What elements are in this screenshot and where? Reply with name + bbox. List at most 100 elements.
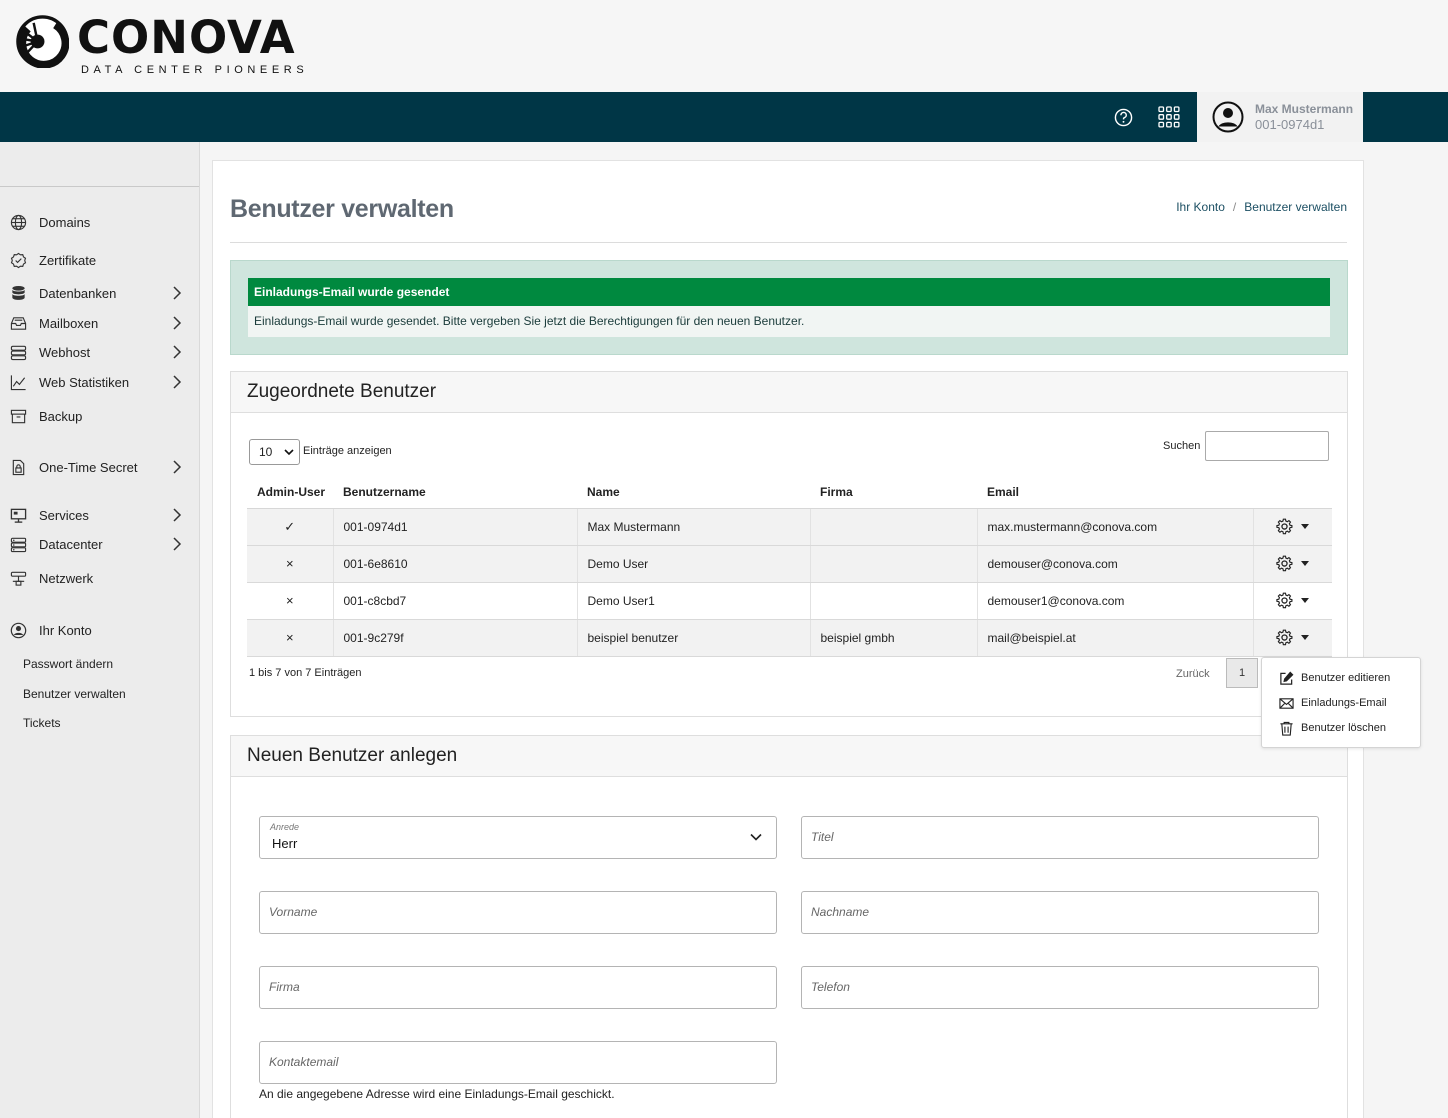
salutation-select[interactable]: Anrede Herr [259,816,777,859]
sidebar-item-label: Datenbanken [39,285,117,301]
menu-item-label: Einladungs-Email [1301,697,1387,709]
network-icon [10,571,27,586]
trash-icon [1280,721,1293,736]
app-grid-icon[interactable] [1158,106,1180,128]
table-row: ✓ 001-0974d1 Max Mustermann max.musterma… [247,508,1333,546]
user-icon [10,622,27,638]
user-menu[interactable]: Max Mustermann 001-0974d1 [1197,92,1363,142]
chevron-right-icon [173,286,182,300]
cell-company [810,582,978,620]
sidebar-subitem-benutzer-verwalten[interactable]: Benutzer verwalten [23,687,126,701]
sidebar-divider [0,186,199,187]
row-actions-button[interactable] [1264,555,1333,572]
conova-logo[interactable]: CONOVA DATA CENTER PIONEERS [16,15,308,76]
sidebar-item-one-time-secret[interactable]: One-Time Secret [10,455,190,479]
table-row: × 001-9c279f beispiel benutzer beispiel … [247,619,1333,657]
assigned-users-card: Zugeordnete Benutzer 10 Einträge anzeige… [230,371,1348,717]
column-header-username[interactable]: Benutzername [333,476,577,509]
lastname-placeholder: Nachname [811,905,870,919]
sidebar-item-label: Mailboxen [39,315,99,331]
entries-per-page-label: Einträge anzeigen [303,445,392,457]
breadcrumb: Ihr Konto / Benutzer verwalten [1176,200,1347,214]
sidebar-item-services[interactable]: Services [10,503,190,527]
cell-username: 001-6e8610 [333,545,578,583]
column-header-name[interactable]: Name [577,476,810,509]
column-header-email[interactable]: Email [977,476,1253,509]
search-input[interactable] [1205,431,1329,461]
sidebar-item-label: Web Statistiken [39,374,130,390]
sidebar-item-datacenter[interactable]: Datacenter [10,532,190,556]
card-title: Zugeordnete Benutzer [231,372,1347,413]
chevron-right-icon [173,508,182,522]
cell-name: Max Mustermann [577,508,811,546]
phone-field[interactable]: Telefon [801,966,1319,1009]
chevron-down-icon [284,449,294,456]
menu-item-delete-user[interactable]: Benutzer löschen [1279,719,1386,737]
sidebar-item-netzwerk[interactable]: Netzwerk [10,566,190,590]
sidebar-item-domains[interactable]: Domains [10,210,190,234]
lastname-field[interactable]: Nachname [801,891,1319,934]
sidebar-item-label: Ihr Konto [39,622,92,638]
cell-username: 001-c8cbd7 [333,582,578,620]
cell-username: 001-0974d1 [333,508,578,546]
company-field[interactable]: Firma [259,966,777,1009]
pagination-page[interactable]: 1 [1226,658,1258,688]
cell-company [810,508,978,546]
column-header-company[interactable]: Firma [810,476,977,509]
cell-email: demouser1@conova.com [977,582,1254,620]
firstname-field[interactable]: Vorname [259,891,777,934]
contact-email-field[interactable]: Kontaktemail [259,1041,777,1084]
sidebar-item-backup[interactable]: Backup [10,404,190,428]
entries-per-page-select[interactable]: 10 [249,439,300,465]
sidebar-item-mailboxen[interactable]: Mailboxen [10,311,190,335]
sidebar-item-label: Backup [39,408,83,424]
title-divider [230,242,1347,243]
column-header-admin[interactable]: Admin-User [247,476,333,509]
breadcrumb-current: Benutzer verwalten [1244,200,1347,214]
rack-icon [10,537,27,552]
sidebar-subitem-passwort[interactable]: Passwort ändern [23,657,113,671]
caret-down-icon [1300,524,1309,529]
inbox-icon [10,316,27,330]
cell-email: mail@beispiel.at [977,619,1254,657]
menu-item-invite-email[interactable]: Einladungs-Email [1279,694,1387,712]
server-icon [10,345,27,360]
certificate-icon [10,252,27,268]
row-actions-button[interactable] [1264,629,1333,646]
row-actions-button[interactable] [1264,592,1333,609]
alert-title: Einladungs-Email wurde gesendet [248,278,1330,306]
sidebar-item-ihr-konto[interactable]: Ihr Konto [10,618,190,642]
breadcrumb-link-ihr-konto[interactable]: Ihr Konto [1176,200,1225,214]
gear-icon [1275,629,1292,646]
menu-item-edit-user[interactable]: Benutzer editieren [1279,669,1390,687]
sidebar-item-web-statistiken[interactable]: Web Statistiken [10,370,190,394]
admin-status: × [247,545,334,583]
table-row: × 001-6e8610 Demo User demouser@conova.c… [247,545,1333,583]
sidebar-item-datenbanken[interactable]: Datenbanken [10,281,190,305]
column-header-actions [1253,476,1332,509]
title-placeholder: Titel [811,830,834,844]
pagination-previous[interactable]: Zurück [1176,668,1210,680]
sidebar-subitem-tickets[interactable]: Tickets [23,716,61,730]
caret-down-icon [1300,635,1309,640]
cell-email: max.mustermann@conova.com [977,508,1254,546]
sidebar-item-zertifikate[interactable]: Zertifikate [10,248,190,272]
navbar: Max Mustermann 001-0974d1 [0,92,1448,142]
chevron-right-icon [173,316,182,330]
firstname-placeholder: Vorname [269,905,318,919]
main-panel: Benutzer verwalten Ihr Konto / Benutzer ve… [212,160,1364,1118]
user-name: Max Mustermann [1255,102,1354,116]
card-title: Neuen Benutzer anlegen [231,736,1347,777]
logo-sun-icon [16,15,69,68]
row-actions-button[interactable] [1264,518,1333,535]
menu-item-label: Benutzer löschen [1301,722,1386,734]
cell-username: 001-9c279f [333,619,578,657]
sidebar-item-webhost[interactable]: Webhost [10,340,190,364]
title-field[interactable]: Titel [801,816,1319,859]
sidebar-item-label: Datacenter [39,536,103,552]
table-info: 1 bis 7 von 7 Einträgen [249,667,362,679]
chevron-down-icon [750,833,762,841]
cell-name: Demo User [577,545,811,583]
help-icon[interactable] [1114,108,1133,127]
page-title: Benutzer verwalten [230,195,454,223]
